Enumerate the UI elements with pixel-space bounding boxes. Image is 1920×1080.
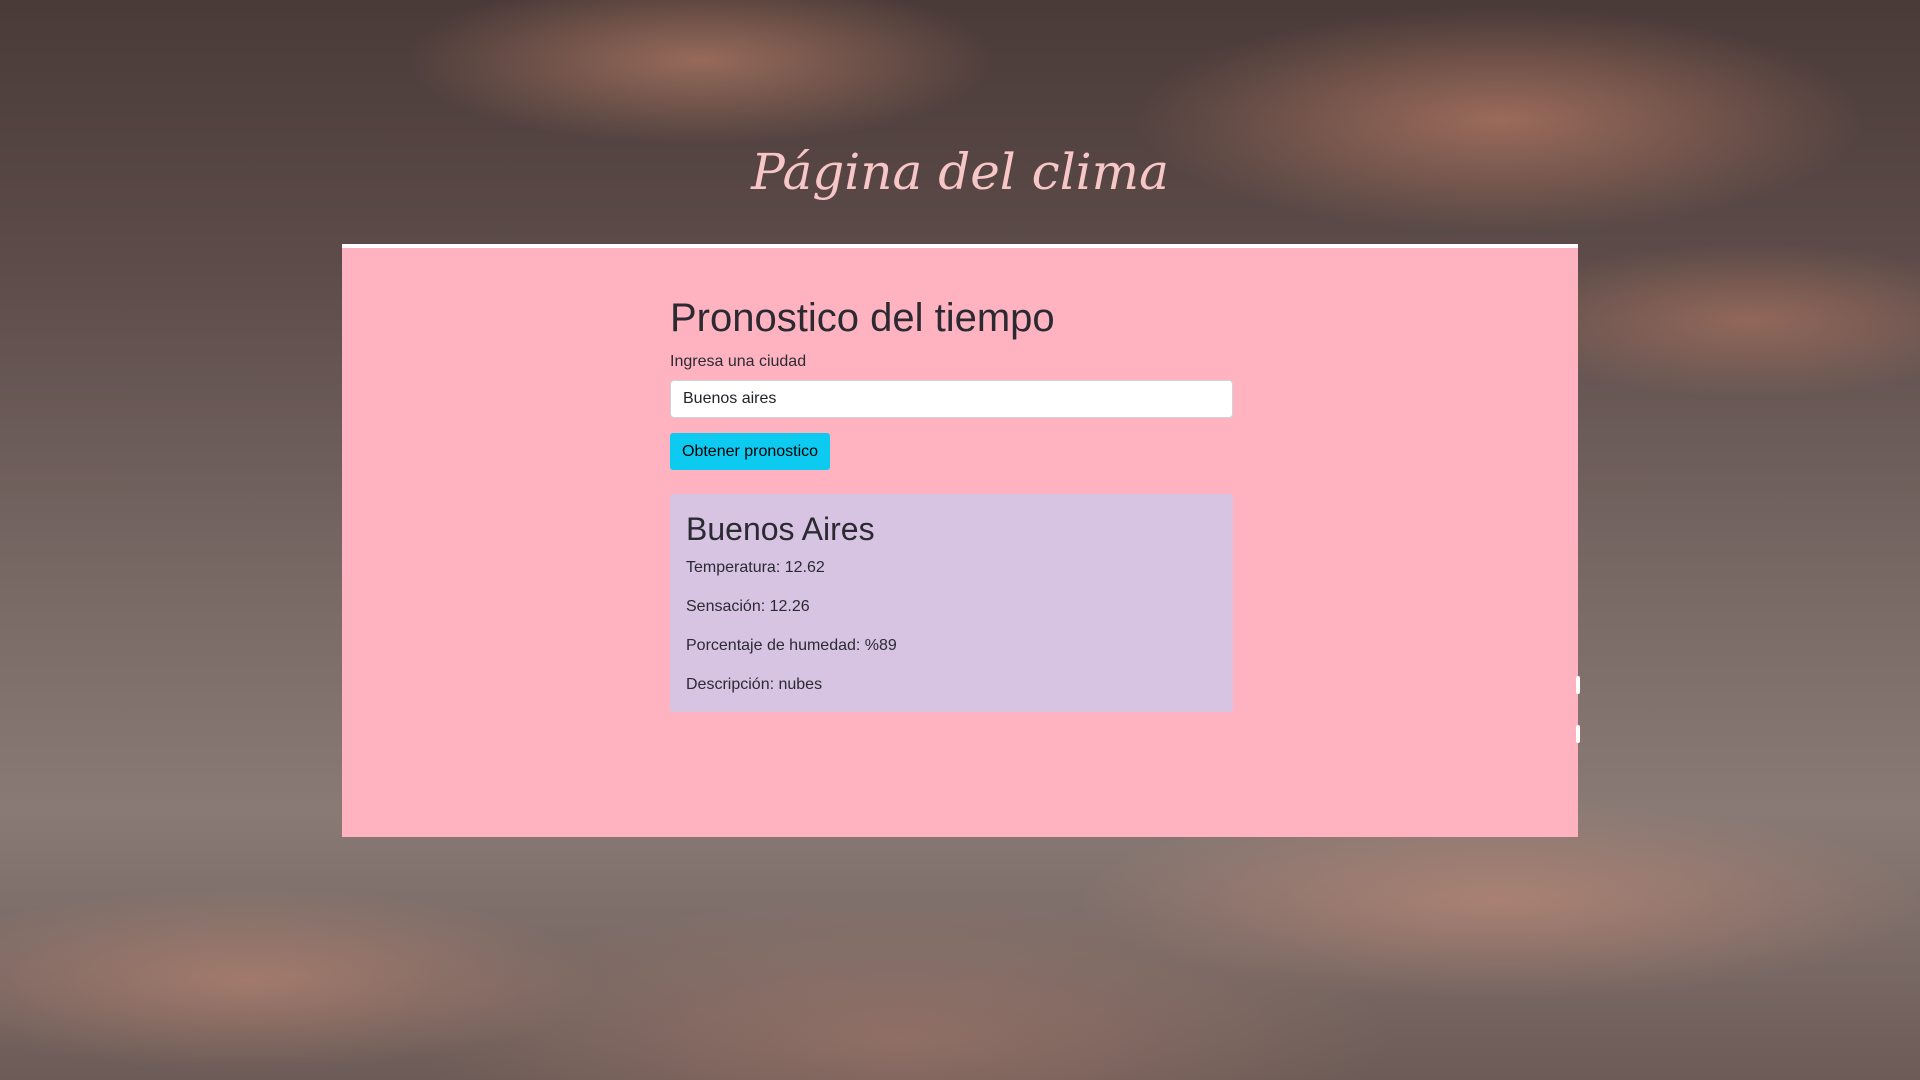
temperature-text: Temperatura: 12.62 <box>686 559 825 577</box>
result-city-name: Buenos Aires <box>686 511 875 547</box>
forecast-form-container: Pronostico del tiempo Ingresa una ciudad… <box>670 294 1233 712</box>
humidity-text: Porcentaje de humedad: %89 <box>686 637 897 655</box>
feels-like-text: Sensación: 12.26 <box>686 598 810 616</box>
edge-marker <box>1576 725 1580 743</box>
get-forecast-button[interactable]: Obtener pronostico <box>670 433 831 470</box>
main-panel: Pronostico del tiempo Ingresa una ciudad… <box>342 244 1580 837</box>
description-text: Descripción: nubes <box>686 676 823 694</box>
city-label: Ingresa una ciudad <box>670 353 807 370</box>
forecast-heading: Pronostico del tiempo <box>670 296 1055 340</box>
edge-marker <box>1576 676 1580 694</box>
page-title: Página del clima <box>751 143 1169 201</box>
weather-result-card: Buenos Aires Temperatura: 12.62 Sensació… <box>670 494 1233 712</box>
city-input[interactable] <box>670 380 1233 418</box>
